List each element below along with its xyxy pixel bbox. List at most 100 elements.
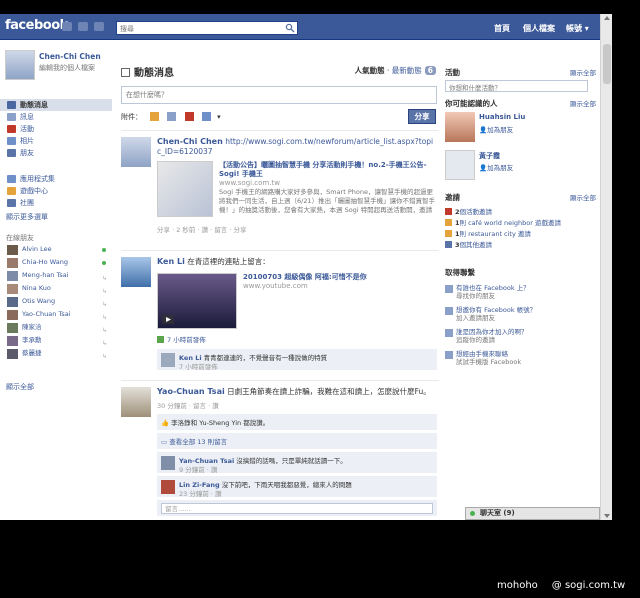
suggested-person-avatar[interactable] [445, 112, 475, 142]
sidebar-app-label: 遊戲中心 [20, 187, 48, 195]
online-friend[interactable]: 蔡麗捷 ↳ [0, 347, 112, 360]
requests-header: 邀請 [445, 193, 460, 202]
post-author[interactable]: Ken Li [157, 257, 185, 266]
post-meta[interactable]: 30 分鐘前 · 留言 · 讚 [157, 400, 437, 410]
sidebar-app-0[interactable]: 應用程式集 [0, 173, 112, 185]
online-friend[interactable]: 李承勳 ↳ [0, 334, 112, 347]
top-news-tab[interactable]: 人氣動態 [355, 66, 385, 75]
post-author[interactable]: Chen-Chi Chen [157, 137, 223, 146]
activity-show-all[interactable]: 顯示全部 [570, 67, 596, 77]
photo-attach-icon[interactable] [150, 112, 160, 121]
more-attach-dropdown-icon[interactable]: ▾ [217, 113, 221, 121]
search-input[interactable]: 搜尋 [116, 21, 298, 35]
play-icon[interactable] [162, 315, 174, 324]
request-item[interactable]: 3個其他邀請 [445, 239, 492, 249]
post-text: 日劇王角節奏在讀上詐騙，我難在這和讀上，怎麼說什麼Fu。 [227, 387, 431, 396]
activity-search-input[interactable]: 你想和什麼活動？ [445, 80, 588, 92]
comment-avatar[interactable] [161, 456, 175, 470]
app-invite-icon [445, 230, 452, 237]
suggested-person-name[interactable]: Huahsin Liu [479, 113, 525, 121]
connect-sub[interactable]: 加入邀請朋友 [445, 314, 536, 322]
profile-avatar[interactable] [5, 50, 35, 80]
comment-avatar[interactable] [161, 353, 175, 367]
video-thumbnail[interactable] [157, 273, 237, 329]
status-input[interactable]: 在想什麼嗎？ [121, 86, 437, 104]
friends-icon [7, 149, 16, 157]
scroll-up-icon[interactable] [604, 16, 610, 20]
online-friend[interactable]: 陳家洽 ↳ [0, 321, 112, 334]
online-friend[interactable]: Meng-han Tsai ↳ [0, 269, 112, 282]
chat-bar[interactable]: 聊天室 (9) [465, 507, 600, 520]
profile-name[interactable]: Chen-Chi Chen [39, 52, 101, 61]
connect-sub[interactable]: 追蹤你的邀請 [445, 336, 528, 344]
link-attach-icon[interactable] [201, 112, 211, 121]
sidebar-item-0[interactable]: 動態消息 [0, 99, 112, 111]
connect-title[interactable]: 有誰也在 Facebook 上？ [445, 284, 530, 292]
main-nav: 動態消息 訊息 活動 相片 朋友 [0, 99, 112, 159]
add-friend-link[interactable]: 👤加為朋友 [479, 124, 513, 134]
scroll-down-icon[interactable] [604, 514, 610, 518]
connect-sub[interactable]: 尋找你的朋友 [445, 292, 530, 300]
connect-sub[interactable]: 試試手機版 Facebook [445, 358, 521, 366]
add-friend-label: 加為朋友 [487, 164, 514, 172]
sidebar-app-2[interactable]: 社團 [0, 197, 112, 209]
comment-icon: ▭ [161, 438, 168, 446]
online-friend[interactable]: Alvin Lee [0, 243, 112, 256]
sidebar-item-2[interactable]: 活動 [0, 123, 112, 135]
sidebar-app-1[interactable]: 遊戲中心 [0, 185, 112, 197]
sidebar-item-1[interactable]: 訊息 [0, 111, 112, 123]
post-author-avatar[interactable] [121, 387, 151, 417]
photos-icon [7, 137, 16, 145]
post-author[interactable]: Yao-Chuan Tsai [157, 387, 225, 396]
share-button[interactable]: 分享 [408, 109, 436, 124]
add-friend-link[interactable]: 👤加為朋友 [479, 162, 513, 172]
chevron-down-icon: ▾ [584, 24, 589, 33]
request-item[interactable]: 1則 café world neighbor 遊戲邀請 [445, 217, 561, 227]
comment-input[interactable]: 留言…… [161, 503, 433, 514]
nav-profile[interactable]: 個人檔案 [523, 23, 555, 34]
suggested-person-name[interactable]: 黃子霞 [479, 151, 500, 161]
event-attach-icon[interactable] [184, 112, 194, 121]
show-all-friends-link[interactable]: 顯示全部 [6, 382, 34, 392]
link-title[interactable]: 【活動公告】曬圖抽智慧手機 分享活動則手機！no.2-手機王公告-Sogi! 手… [219, 161, 437, 179]
online-friend[interactable]: Otis Wang ↳ [0, 295, 112, 308]
online-friend[interactable]: Chia-Ho Wang [0, 256, 112, 269]
notifications-icon[interactable] [94, 22, 104, 31]
request-item[interactable]: 2個活動邀請 [445, 206, 492, 216]
connect-title[interactable]: 想邀你有 Facebook 帳號？ [445, 306, 536, 314]
post-time[interactable]: 7 小時前發佈 [167, 336, 206, 344]
connect-title[interactable]: 誰是因為你才加入的啊？ [445, 328, 528, 336]
likes-text[interactable]: 李洛錚和 Yu-Sheng Yin 都說讚。 [171, 419, 269, 427]
request-item[interactable]: 1則 restaurant city 邀請 [445, 228, 531, 238]
comment-avatar[interactable] [161, 480, 175, 494]
search-icon[interactable] [285, 23, 295, 33]
show-more-menu-link[interactable]: 顯示更多選單 [6, 212, 48, 222]
link-thumbnail[interactable] [157, 161, 213, 217]
friend-requests-icon[interactable] [62, 22, 72, 31]
nav-account[interactable]: 帳號 ▾ [566, 23, 589, 34]
sidebar-item-3[interactable]: 相片 [0, 135, 112, 147]
activity-header: 活動 [445, 68, 460, 77]
suggested-person-avatar[interactable] [445, 150, 475, 180]
online-friend[interactable]: Yao-Chuan Tsai ↳ [0, 308, 112, 321]
video-title[interactable]: 20100703 超級偶像 阿福:可惜不是你 [243, 273, 433, 282]
sidebar-item-4[interactable]: 朋友 [0, 147, 112, 159]
post-meta[interactable]: 分享 · 2 秒前 · 讚 · 留言 · 分享 [157, 224, 437, 234]
scrollbar-thumb[interactable] [603, 44, 611, 84]
pymk-show-all[interactable]: 顯示全部 [570, 98, 596, 108]
scrollbar[interactable] [600, 14, 612, 520]
messages-jewel-icon[interactable] [78, 22, 88, 31]
requests-show-all[interactable]: 顯示全部 [570, 192, 596, 202]
nav-home[interactable]: 首頁 [494, 23, 510, 34]
facebook-logo[interactable]: facebook [5, 18, 68, 33]
post-author-avatar[interactable] [121, 137, 151, 167]
online-friend[interactable]: Nina Kuo ↳ [0, 282, 112, 295]
edit-profile-link[interactable]: 編輯我的個人檔案 [39, 63, 95, 73]
post-author-avatar[interactable] [121, 257, 151, 287]
browser-frame: facebook 搜尋 首頁 個人檔案 帳號 ▾ Chen-Chi Chen 編… [0, 14, 612, 520]
connect-title[interactable]: 想經由手機來聯絡 [445, 350, 521, 358]
view-all-comments-link[interactable]: 查看全部 13 則留言 [169, 438, 227, 446]
most-recent-tab[interactable]: 最新動態 [392, 66, 422, 75]
connect-icon [445, 307, 453, 315]
video-attach-icon[interactable] [167, 112, 177, 121]
